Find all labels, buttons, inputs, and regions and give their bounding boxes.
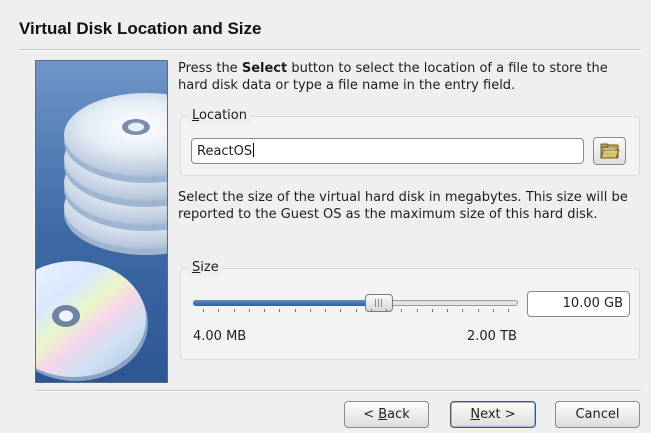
disk-stack-icon xyxy=(36,61,167,382)
size-group-title: Size xyxy=(189,260,222,276)
slider-tick xyxy=(234,309,235,312)
next-button-rest: ext > xyxy=(480,407,516,422)
slider-tick xyxy=(310,309,311,312)
disk-stack-image xyxy=(35,60,168,383)
slider-tick xyxy=(203,309,204,312)
next-button[interactable]: Next > xyxy=(450,401,536,428)
slider-tick xyxy=(264,309,265,312)
intro-text-pre: Press the xyxy=(178,61,242,76)
button-bar-divider xyxy=(35,390,641,392)
back-button-rest: ack xyxy=(387,407,410,422)
slider-tick xyxy=(340,309,341,312)
intro-text-select-emphasis: Select xyxy=(241,61,288,76)
back-button[interactable]: < Back xyxy=(344,401,429,428)
location-input-value: ReactOS xyxy=(197,144,253,159)
slider-tick xyxy=(432,309,433,312)
slider-tick xyxy=(462,309,463,312)
back-button-mnemonic: B xyxy=(378,407,388,422)
size-title-rest: ize xyxy=(200,260,219,275)
location-title-mnemonic: L xyxy=(192,108,200,123)
slider-tick xyxy=(478,309,479,312)
slider-tick xyxy=(447,309,448,312)
size-slider-fill xyxy=(193,300,379,306)
location-input[interactable]: ReactOS xyxy=(191,138,584,164)
slider-tick xyxy=(279,309,280,312)
cancel-button[interactable]: Cancel xyxy=(555,401,640,428)
browse-location-button[interactable] xyxy=(593,137,626,165)
size-group: Size 10.00 GB 4.00 MB 2.00 TB xyxy=(180,260,640,360)
slider-tick xyxy=(218,309,219,312)
intro-text: Press the Select button to select the lo… xyxy=(178,60,640,94)
title-divider xyxy=(19,49,641,51)
location-title-rest: ocation xyxy=(199,108,247,123)
slider-tick xyxy=(356,309,357,312)
slider-tick xyxy=(295,309,296,312)
back-button-prefix: < xyxy=(363,407,379,422)
slider-tick xyxy=(508,309,509,312)
size-slider-ticks xyxy=(193,309,518,315)
text-caret xyxy=(253,143,255,157)
slider-tick xyxy=(401,309,402,312)
location-group: Location ReactOS xyxy=(180,108,640,176)
dialog-title: Virtual Disk Location and Size xyxy=(19,19,262,38)
location-group-title: Location xyxy=(189,108,250,124)
size-slider[interactable] xyxy=(193,291,518,315)
slider-tick xyxy=(493,309,494,312)
size-value-field[interactable]: 10.00 GB xyxy=(527,291,630,317)
folder-open-icon xyxy=(599,143,620,159)
size-max-label: 2.00 TB xyxy=(467,329,517,344)
slider-tick xyxy=(325,309,326,312)
slider-tick xyxy=(371,309,372,312)
next-button-mnemonic: N xyxy=(470,407,481,422)
size-description: Select the size of the virtual hard disk… xyxy=(178,190,628,222)
slider-tick xyxy=(249,309,250,312)
size-min-label: 4.00 MB xyxy=(193,329,247,344)
slider-tick xyxy=(417,309,418,312)
slider-tick xyxy=(386,309,387,312)
